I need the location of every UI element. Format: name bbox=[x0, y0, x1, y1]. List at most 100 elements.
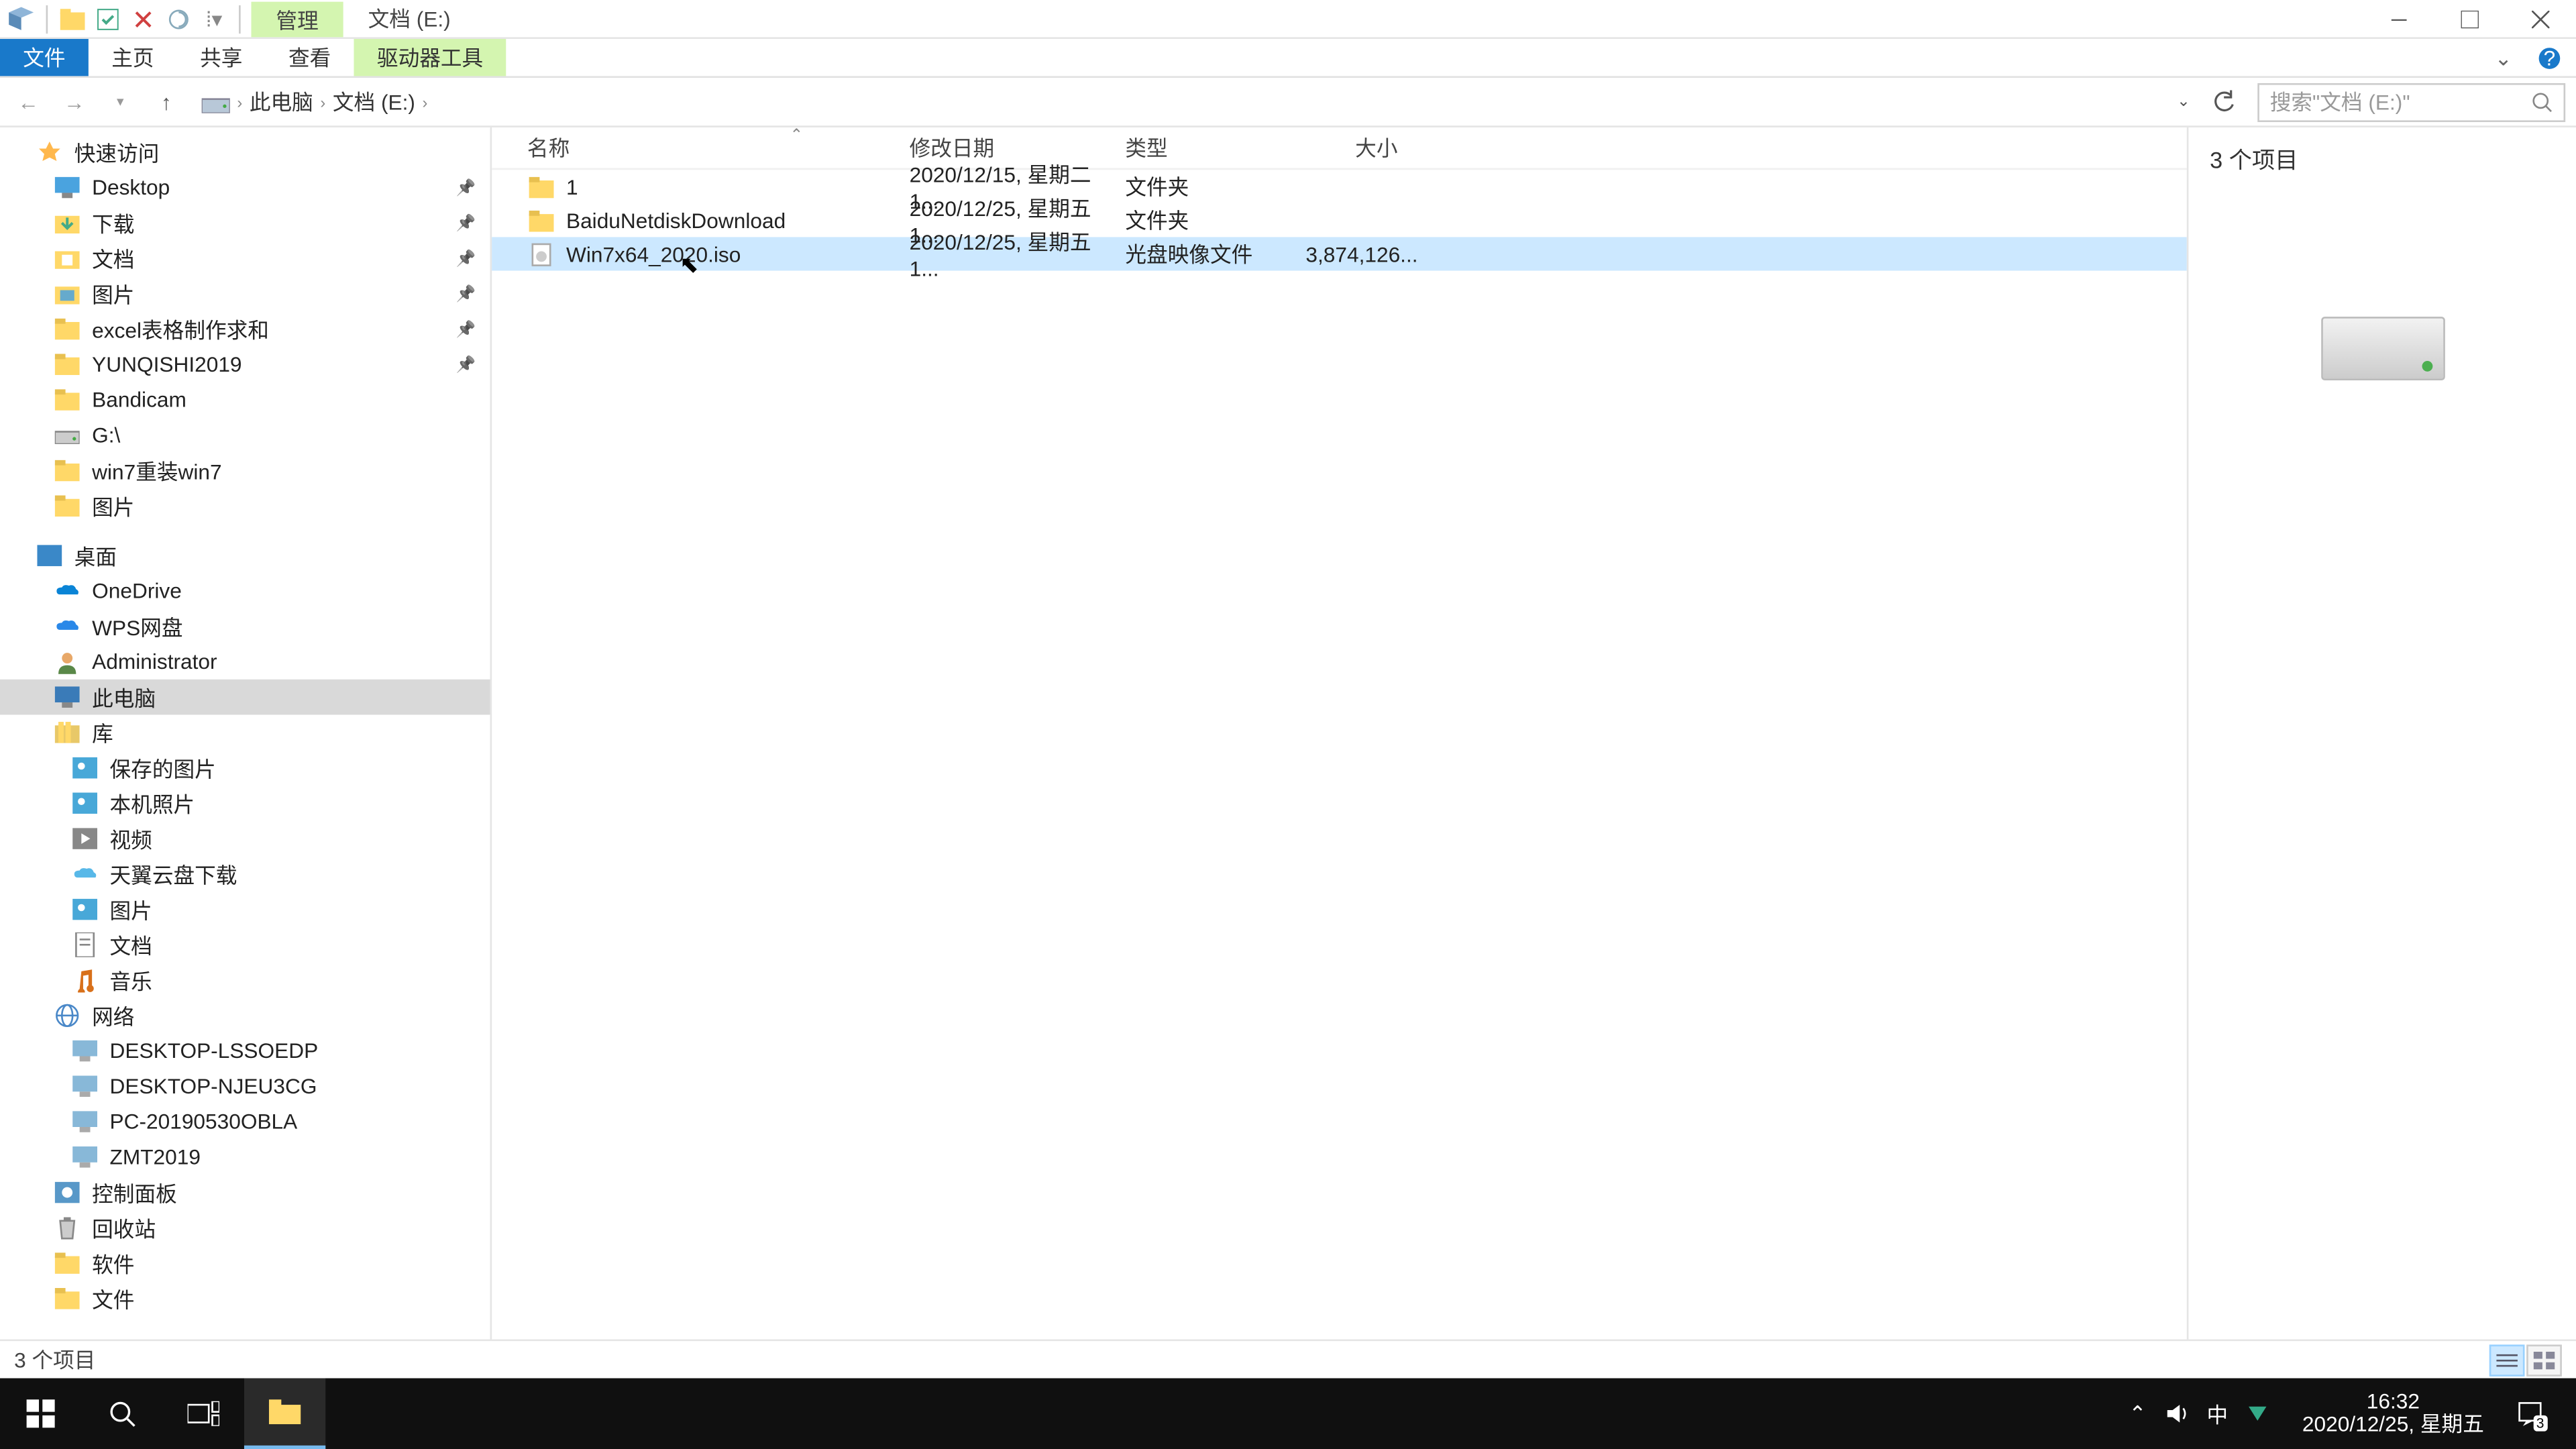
chevron-right-icon[interactable]: › bbox=[423, 93, 428, 110]
nav-item-desktop[interactable]: Desktop📌 bbox=[0, 170, 490, 205]
nav-item-pc-20190530obla[interactable]: PC-20190530OBLA bbox=[0, 1104, 490, 1140]
recycle-icon bbox=[53, 1214, 81, 1242]
task-view-button[interactable] bbox=[163, 1379, 244, 1449]
ribbon-drive-tools[interactable]: 驱动器工具 bbox=[354, 39, 506, 76]
details-count: 3 个项目 bbox=[2210, 142, 2298, 175]
folder-icon bbox=[53, 386, 81, 414]
nav-item-bandicam[interactable]: Bandicam bbox=[0, 382, 490, 418]
nav-item-desktop-lssoedp[interactable]: DESKTOP-LSSOEDP bbox=[0, 1033, 490, 1069]
minimize-button[interactable]: ─ bbox=[2364, 0, 2434, 38]
nav-item--[interactable]: 图片 bbox=[0, 892, 490, 927]
view-large-button[interactable] bbox=[2526, 1344, 2562, 1375]
nav-item-desktop-njeu3cg[interactable]: DESKTOP-NJEU3CG bbox=[0, 1069, 490, 1104]
nav-item--[interactable]: 库 bbox=[0, 714, 490, 750]
nav-item--[interactable]: 本机照片 bbox=[0, 786, 490, 821]
nav-item--[interactable]: 图片 bbox=[0, 488, 490, 524]
folder-icon bbox=[53, 492, 81, 520]
tray-chevron-icon[interactable]: ⌃ bbox=[2129, 1401, 2147, 1426]
col-date[interactable]: 修改日期 bbox=[910, 133, 1126, 163]
nav-item-yunqishi2019[interactable]: YUNQISHI2019📌 bbox=[0, 347, 490, 382]
docLib-icon bbox=[70, 930, 99, 959]
help-icon[interactable]: ? bbox=[2523, 45, 2576, 70]
col-size[interactable]: 大小 bbox=[1305, 133, 1411, 163]
nav-item-onedrive[interactable]: OneDrive bbox=[0, 574, 490, 609]
nav-item--[interactable]: 文档📌 bbox=[0, 241, 490, 276]
search-input[interactable]: 搜索"文档 (E:)" bbox=[2257, 83, 2565, 121]
search-icon[interactable] bbox=[2532, 91, 2553, 113]
nav-item--[interactable]: 下载📌 bbox=[0, 205, 490, 241]
nav-item-excel-[interactable]: excel表格制作求和📌 bbox=[0, 311, 490, 347]
nav-item-wps-[interactable]: WPS网盘 bbox=[0, 608, 490, 644]
close-button[interactable] bbox=[2506, 0, 2576, 38]
file-row[interactable]: 12020/12/15, 星期二 1...文件夹 bbox=[492, 170, 2187, 203]
file-row[interactable]: BaiduNetdiskDownload2020/12/25, 星期五 1...… bbox=[492, 203, 2187, 237]
nav-item--[interactable]: 控制面板 bbox=[0, 1175, 490, 1210]
pin-icon: 📌 bbox=[456, 213, 476, 233]
ribbon-collapse-icon[interactable]: ⌄ bbox=[2484, 45, 2523, 70]
nav-item--[interactable]: 快速访问 bbox=[0, 134, 490, 170]
volume-icon[interactable] bbox=[2164, 1401, 2189, 1426]
nav-item-administrator[interactable]: Administrator bbox=[0, 644, 490, 680]
qat-close-icon[interactable] bbox=[129, 5, 158, 33]
nav-item--[interactable]: 此电脑 bbox=[0, 680, 490, 715]
qat-properties-icon[interactable] bbox=[94, 5, 122, 33]
breadcrumb[interactable]: › 此电脑 › 文档 (E:) › bbox=[195, 87, 2166, 117]
breadcrumb-drive[interactable]: 文档 (E:) bbox=[333, 87, 415, 117]
onedrive-icon bbox=[53, 577, 81, 605]
nav-item--[interactable]: 保存的图片 bbox=[0, 750, 490, 786]
up-button[interactable]: ↑ bbox=[149, 89, 184, 114]
search-button[interactable] bbox=[81, 1379, 162, 1449]
tray-app-icon[interactable] bbox=[2246, 1401, 2271, 1426]
nav-item--[interactable]: 天翼云盘下载 bbox=[0, 856, 490, 892]
nav-item--[interactable]: 回收站 bbox=[0, 1210, 490, 1246]
start-button[interactable] bbox=[0, 1379, 81, 1449]
ribbon-file[interactable]: 文件 bbox=[0, 39, 89, 76]
nav-item--[interactable]: 音乐 bbox=[0, 963, 490, 998]
taskbar-clock[interactable]: 16:32 2020/12/25, 星期五 bbox=[2288, 1391, 2498, 1437]
breadcrumb-root[interactable]: 此电脑 bbox=[250, 87, 313, 117]
explorer-taskbar-button[interactable] bbox=[244, 1379, 325, 1449]
notifications-button[interactable]: 3 bbox=[2516, 1399, 2544, 1428]
folder-icon bbox=[527, 172, 555, 201]
app-icon[interactable] bbox=[7, 5, 36, 33]
nav-item--[interactable]: 文档 bbox=[0, 927, 490, 963]
ime-indicator[interactable]: 中 bbox=[2206, 1399, 2228, 1429]
file-row[interactable]: Win7x64_2020.iso2020/12/25, 星期五 1...光盘映像… bbox=[492, 237, 2187, 270]
nav-item--[interactable]: 桌面 bbox=[0, 538, 490, 574]
qat-folder-icon[interactable] bbox=[58, 5, 87, 33]
drive-image-icon bbox=[2320, 317, 2445, 380]
search-placeholder: 搜索"文档 (E:)" bbox=[2270, 87, 2532, 117]
folder-icon bbox=[53, 350, 81, 378]
nav-item-g-[interactable]: G:\ bbox=[0, 417, 490, 453]
picLib-icon bbox=[70, 896, 99, 924]
ribbon-view[interactable]: 查看 bbox=[266, 39, 354, 76]
back-button[interactable]: ← bbox=[11, 89, 46, 114]
qat-share-icon[interactable] bbox=[164, 5, 193, 33]
ribbon-share[interactable]: 共享 bbox=[177, 39, 266, 76]
refresh-button[interactable] bbox=[2201, 89, 2247, 114]
nav-item-zmt2019[interactable]: ZMT2019 bbox=[0, 1139, 490, 1175]
recent-dropdown-icon[interactable]: ▾ bbox=[103, 94, 138, 110]
picLib-icon bbox=[70, 754, 99, 782]
pin-icon: 📌 bbox=[456, 178, 476, 197]
iso-icon bbox=[527, 239, 555, 268]
nav-item--[interactable]: 软件 bbox=[0, 1246, 490, 1281]
star-icon bbox=[36, 138, 64, 166]
folder-icon bbox=[53, 1285, 81, 1313]
qat-dropdown-icon[interactable]: ⁞▾ bbox=[200, 5, 228, 33]
nav-item--[interactable]: 网络 bbox=[0, 998, 490, 1033]
maximize-button[interactable] bbox=[2434, 0, 2505, 38]
nav-item--[interactable]: 图片📌 bbox=[0, 276, 490, 311]
nav-item--[interactable]: 视频 bbox=[0, 821, 490, 857]
nav-item--[interactable]: 文件 bbox=[0, 1281, 490, 1316]
context-tab-manage[interactable]: 管理 bbox=[252, 2, 343, 38]
navigation-pane[interactable]: 快速访问Desktop📌下载📌文档📌图片📌excel表格制作求和📌YUNQISH… bbox=[0, 127, 492, 1340]
ribbon-home[interactable]: 主页 bbox=[89, 39, 177, 76]
col-name[interactable]: 名称⌃ bbox=[520, 133, 909, 163]
address-dropdown-icon[interactable]: ⌄ bbox=[2177, 92, 2190, 111]
chevron-right-icon[interactable]: › bbox=[320, 93, 325, 110]
chevron-right-icon[interactable]: › bbox=[237, 93, 242, 110]
nav-item-win7-win7[interactable]: win7重装win7 bbox=[0, 453, 490, 488]
col-type[interactable]: 类型 bbox=[1125, 133, 1305, 163]
view-details-button[interactable] bbox=[2489, 1344, 2525, 1375]
